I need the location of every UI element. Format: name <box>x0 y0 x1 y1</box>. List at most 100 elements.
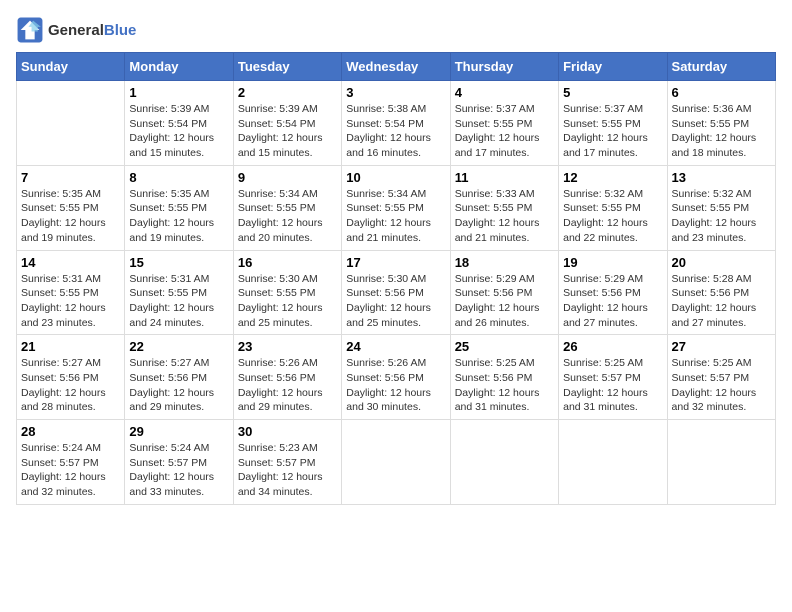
day-number: 8 <box>129 170 228 185</box>
day-number: 20 <box>672 255 771 270</box>
day-number: 11 <box>455 170 554 185</box>
calendar-cell: 18 Sunrise: 5:29 AM Sunset: 5:56 PM Dayli… <box>450 250 558 335</box>
day-number: 29 <box>129 424 228 439</box>
weekday-header-tuesday: Tuesday <box>233 53 341 81</box>
day-number: 22 <box>129 339 228 354</box>
calendar-cell: 4 Sunrise: 5:37 AM Sunset: 5:55 PM Daylig… <box>450 81 558 166</box>
day-info: Sunrise: 5:30 AM Sunset: 5:56 PM Dayligh… <box>346 272 445 331</box>
calendar-cell: 6 Sunrise: 5:36 AM Sunset: 5:55 PM Daylig… <box>667 81 775 166</box>
day-number: 19 <box>563 255 662 270</box>
week-row-2: 7 Sunrise: 5:35 AM Sunset: 5:55 PM Daylig… <box>17 165 776 250</box>
day-number: 30 <box>238 424 337 439</box>
day-number: 3 <box>346 85 445 100</box>
calendar-cell: 23 Sunrise: 5:26 AM Sunset: 5:56 PM Dayli… <box>233 335 341 420</box>
day-number: 27 <box>672 339 771 354</box>
weekday-header-thursday: Thursday <box>450 53 558 81</box>
day-info: Sunrise: 5:23 AM Sunset: 5:57 PM Dayligh… <box>238 441 337 500</box>
day-number: 15 <box>129 255 228 270</box>
weekday-header-friday: Friday <box>559 53 667 81</box>
weekday-header-saturday: Saturday <box>667 53 775 81</box>
calendar-cell: 29 Sunrise: 5:24 AM Sunset: 5:57 PM Dayli… <box>125 420 233 505</box>
day-number: 26 <box>563 339 662 354</box>
calendar-cell: 15 Sunrise: 5:31 AM Sunset: 5:55 PM Dayli… <box>125 250 233 335</box>
day-number: 25 <box>455 339 554 354</box>
day-info: Sunrise: 5:36 AM Sunset: 5:55 PM Dayligh… <box>672 102 771 161</box>
day-info: Sunrise: 5:27 AM Sunset: 5:56 PM Dayligh… <box>129 356 228 415</box>
calendar-cell: 13 Sunrise: 5:32 AM Sunset: 5:55 PM Dayli… <box>667 165 775 250</box>
week-row-4: 21 Sunrise: 5:27 AM Sunset: 5:56 PM Dayli… <box>17 335 776 420</box>
calendar-cell: 8 Sunrise: 5:35 AM Sunset: 5:55 PM Daylig… <box>125 165 233 250</box>
calendar-cell: 25 Sunrise: 5:25 AM Sunset: 5:56 PM Dayli… <box>450 335 558 420</box>
weekday-header-row: SundayMondayTuesdayWednesdayThursdayFrid… <box>17 53 776 81</box>
day-number: 7 <box>21 170 120 185</box>
calendar-cell: 28 Sunrise: 5:24 AM Sunset: 5:57 PM Dayli… <box>17 420 125 505</box>
day-info: Sunrise: 5:35 AM Sunset: 5:55 PM Dayligh… <box>21 187 120 246</box>
day-info: Sunrise: 5:34 AM Sunset: 5:55 PM Dayligh… <box>346 187 445 246</box>
day-number: 18 <box>455 255 554 270</box>
day-info: Sunrise: 5:39 AM Sunset: 5:54 PM Dayligh… <box>238 102 337 161</box>
day-info: Sunrise: 5:30 AM Sunset: 5:55 PM Dayligh… <box>238 272 337 331</box>
day-info: Sunrise: 5:33 AM Sunset: 5:55 PM Dayligh… <box>455 187 554 246</box>
calendar-cell: 16 Sunrise: 5:30 AM Sunset: 5:55 PM Dayli… <box>233 250 341 335</box>
calendar-cell: 1Sunrise: 5:39 AM Sunset: 5:54 PM Daylig… <box>125 81 233 166</box>
calendar-cell: 17Sunrise: 5:30 AM Sunset: 5:56 PM Dayli… <box>342 250 450 335</box>
day-info: Sunrise: 5:25 AM Sunset: 5:56 PM Dayligh… <box>455 356 554 415</box>
day-number: 9 <box>238 170 337 185</box>
calendar-cell: 22 Sunrise: 5:27 AM Sunset: 5:56 PM Dayli… <box>125 335 233 420</box>
day-number: 6 <box>672 85 771 100</box>
day-info: Sunrise: 5:32 AM Sunset: 5:55 PM Dayligh… <box>563 187 662 246</box>
calendar-cell: 12 Sunrise: 5:32 AM Sunset: 5:55 PM Dayli… <box>559 165 667 250</box>
day-number: 21 <box>21 339 120 354</box>
logo-icon <box>16 16 44 44</box>
day-number: 24 <box>346 339 445 354</box>
calendar-cell: 9 Sunrise: 5:34 AM Sunset: 5:55 PM Daylig… <box>233 165 341 250</box>
calendar-cell <box>667 420 775 505</box>
day-number: 12 <box>563 170 662 185</box>
calendar-cell: 20 Sunrise: 5:28 AM Sunset: 5:56 PM Dayli… <box>667 250 775 335</box>
day-info: Sunrise: 5:37 AM Sunset: 5:55 PM Dayligh… <box>563 102 662 161</box>
day-info: Sunrise: 5:37 AM Sunset: 5:55 PM Dayligh… <box>455 102 554 161</box>
week-row-1: 1Sunrise: 5:39 AM Sunset: 5:54 PM Daylig… <box>17 81 776 166</box>
calendar-cell: 7 Sunrise: 5:35 AM Sunset: 5:55 PM Daylig… <box>17 165 125 250</box>
day-info: Sunrise: 5:26 AM Sunset: 5:56 PM Dayligh… <box>346 356 445 415</box>
day-info: Sunrise: 5:29 AM Sunset: 5:56 PM Dayligh… <box>455 272 554 331</box>
calendar-cell: 21Sunrise: 5:27 AM Sunset: 5:56 PM Dayli… <box>17 335 125 420</box>
day-info: Sunrise: 5:32 AM Sunset: 5:55 PM Dayligh… <box>672 187 771 246</box>
day-info: Sunrise: 5:38 AM Sunset: 5:54 PM Dayligh… <box>346 102 445 161</box>
day-number: 2 <box>238 85 337 100</box>
calendar-cell: 27 Sunrise: 5:25 AM Sunset: 5:57 PM Dayli… <box>667 335 775 420</box>
day-info: Sunrise: 5:29 AM Sunset: 5:56 PM Dayligh… <box>563 272 662 331</box>
day-info: Sunrise: 5:25 AM Sunset: 5:57 PM Dayligh… <box>672 356 771 415</box>
day-number: 4 <box>455 85 554 100</box>
day-info: Sunrise: 5:24 AM Sunset: 5:57 PM Dayligh… <box>21 441 120 500</box>
day-info: Sunrise: 5:39 AM Sunset: 5:54 PM Dayligh… <box>129 102 228 161</box>
calendar-cell: 19 Sunrise: 5:29 AM Sunset: 5:56 PM Dayli… <box>559 250 667 335</box>
day-info: Sunrise: 5:35 AM Sunset: 5:55 PM Dayligh… <box>129 187 228 246</box>
day-info: Sunrise: 5:25 AM Sunset: 5:57 PM Dayligh… <box>563 356 662 415</box>
weekday-header-wednesday: Wednesday <box>342 53 450 81</box>
calendar-cell: 2 Sunrise: 5:39 AM Sunset: 5:54 PM Daylig… <box>233 81 341 166</box>
day-number: 23 <box>238 339 337 354</box>
calendar-cell <box>17 81 125 166</box>
day-info: Sunrise: 5:28 AM Sunset: 5:56 PM Dayligh… <box>672 272 771 331</box>
calendar-cell: 5 Sunrise: 5:37 AM Sunset: 5:55 PM Daylig… <box>559 81 667 166</box>
day-info: Sunrise: 5:34 AM Sunset: 5:55 PM Dayligh… <box>238 187 337 246</box>
week-row-3: 14Sunrise: 5:31 AM Sunset: 5:55 PM Dayli… <box>17 250 776 335</box>
day-info: Sunrise: 5:31 AM Sunset: 5:55 PM Dayligh… <box>129 272 228 331</box>
day-number: 13 <box>672 170 771 185</box>
day-info: Sunrise: 5:24 AM Sunset: 5:57 PM Dayligh… <box>129 441 228 500</box>
weekday-header-monday: Monday <box>125 53 233 81</box>
day-info: Sunrise: 5:26 AM Sunset: 5:56 PM Dayligh… <box>238 356 337 415</box>
page-header: GeneralBlue <box>16 16 776 44</box>
calendar-cell: 11 Sunrise: 5:33 AM Sunset: 5:55 PM Dayli… <box>450 165 558 250</box>
calendar-cell: 24 Sunrise: 5:26 AM Sunset: 5:56 PM Dayli… <box>342 335 450 420</box>
calendar-cell: 30 Sunrise: 5:23 AM Sunset: 5:57 PM Dayli… <box>233 420 341 505</box>
day-number: 28 <box>21 424 120 439</box>
calendar-cell: 14Sunrise: 5:31 AM Sunset: 5:55 PM Dayli… <box>17 250 125 335</box>
day-number: 16 <box>238 255 337 270</box>
calendar-cell <box>559 420 667 505</box>
weekday-header-sunday: Sunday <box>17 53 125 81</box>
day-number: 10 <box>346 170 445 185</box>
day-number: 5 <box>563 85 662 100</box>
day-info: Sunrise: 5:31 AM Sunset: 5:55 PM Dayligh… <box>21 272 120 331</box>
